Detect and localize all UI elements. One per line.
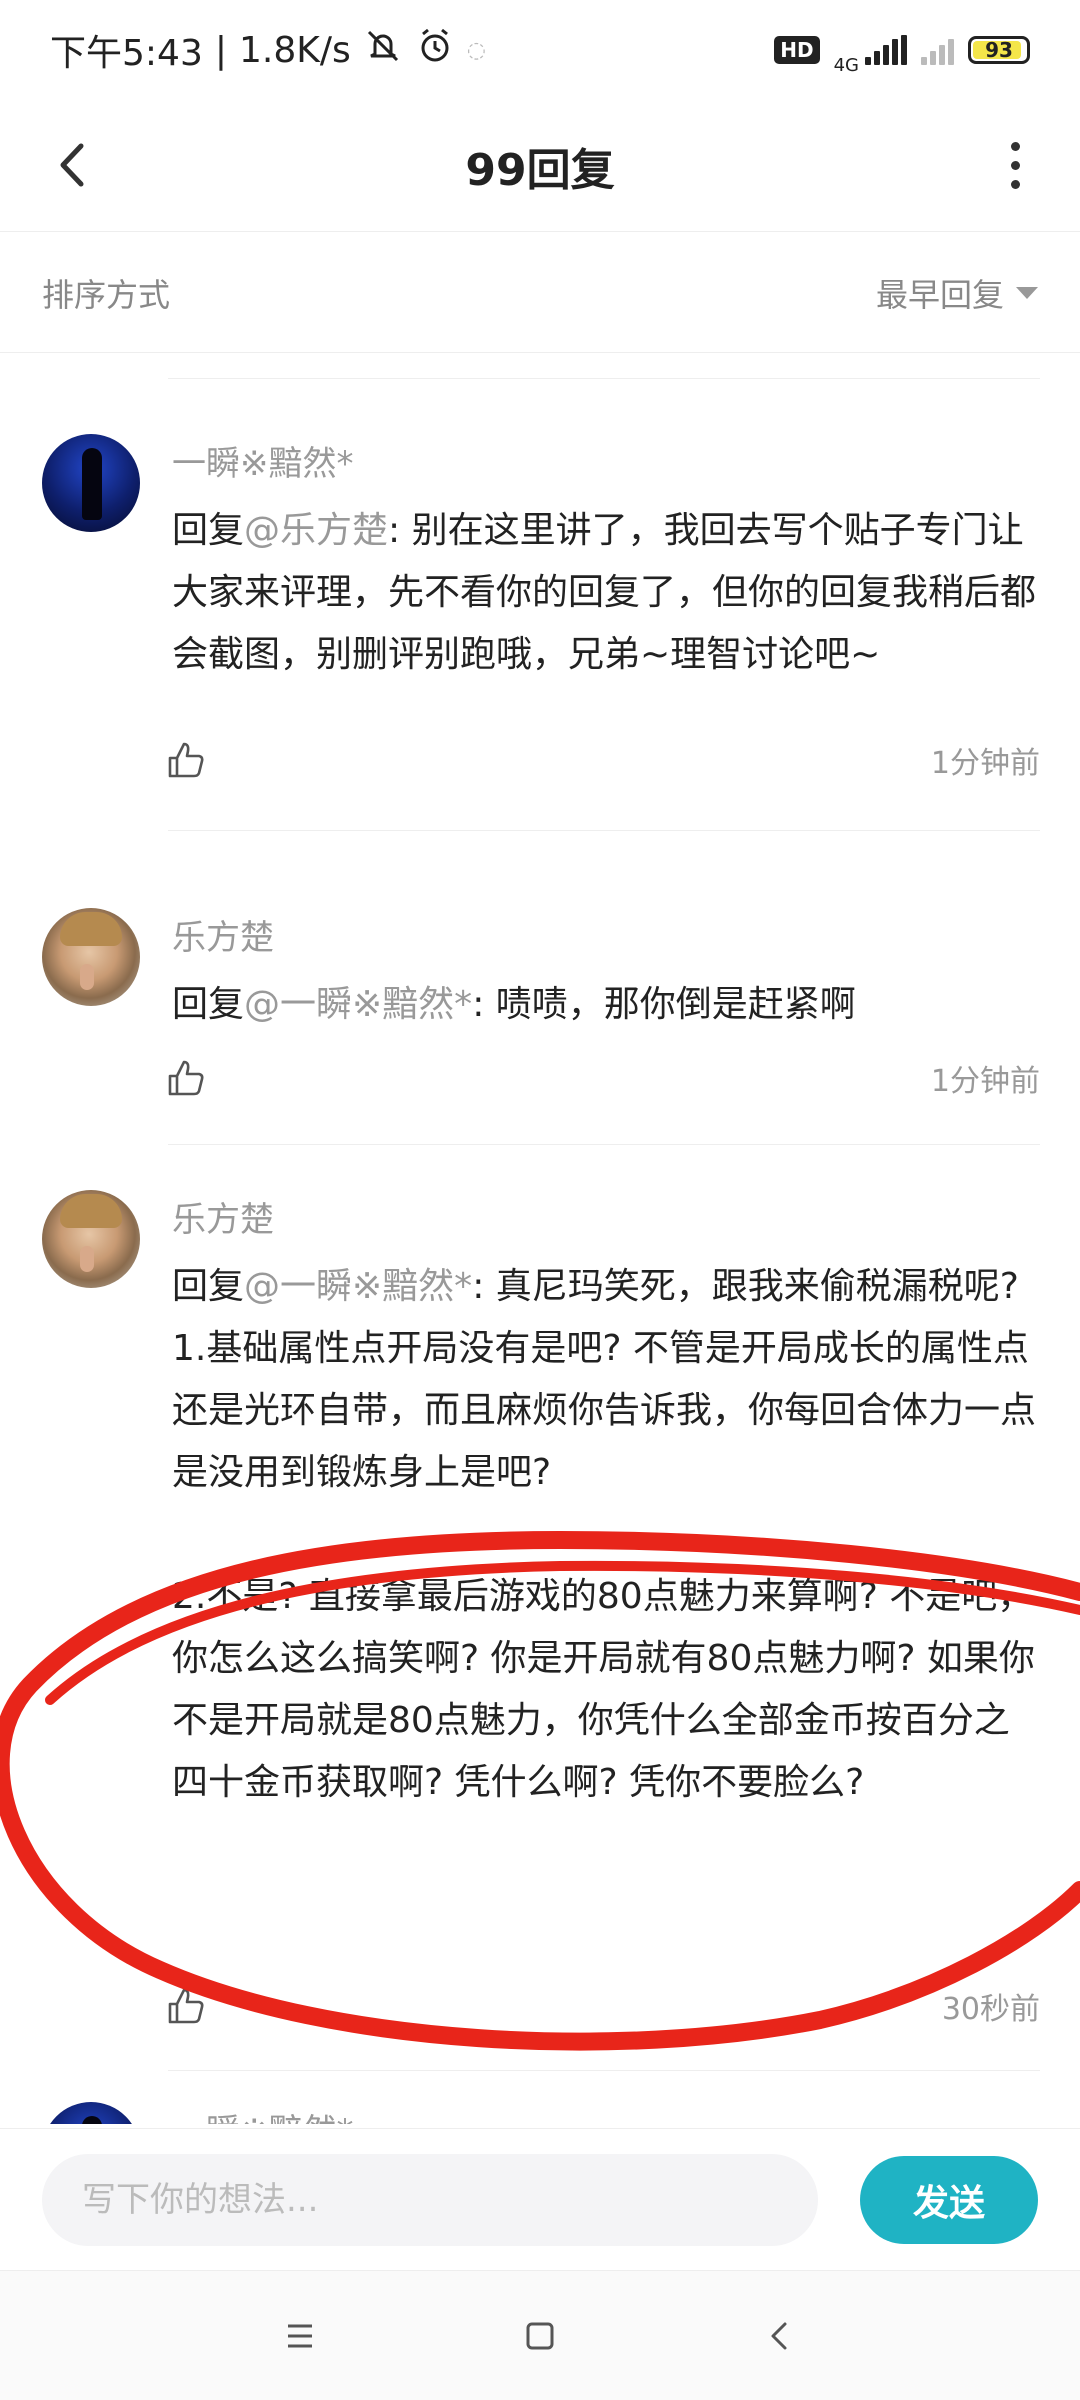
chevron-left-icon (60, 143, 84, 187)
nav-home-button[interactable] (500, 2296, 580, 2376)
square-home-icon (526, 2322, 554, 2349)
comment-time: 30秒前 (941, 1992, 1040, 2027)
reply-prefix: 回复 (172, 984, 245, 1025)
page-title: 99回复 (465, 144, 615, 196)
mention-link[interactable]: @乐方楚 (244, 510, 388, 551)
back-triangle-icon (771, 2322, 787, 2349)
avatar[interactable] (42, 2102, 140, 2124)
comment-content: : 啧啧，那你倒是赶紧啊 (472, 984, 856, 1025)
signal-icon (865, 35, 907, 65)
status-time: 下午5:43 (50, 33, 203, 74)
status-left: 下午5:43 | 1.8K/s ◌ (50, 24, 486, 76)
network-type: 4G (833, 54, 859, 76)
alarm-icon (415, 26, 455, 75)
comment-list[interactable]: 一瞬※黯然* 回复@乐方楚: 别在这里讲了，我回去写个贴子专门让大家来评理，先不… (0, 354, 1080, 2124)
more-button[interactable] (980, 130, 1050, 200)
divider (168, 378, 1040, 379)
comment-text: 回复@一瞬※黯然*: 啧啧，那你倒是赶紧啊 (172, 974, 1040, 1036)
system-nav-bar (0, 2270, 1080, 2400)
nav-back-button[interactable] (740, 2296, 820, 2376)
comment-author[interactable]: 一瞬※黯然* (172, 2102, 1040, 2124)
more-vertical-icon (1010, 141, 1020, 151)
comment-author[interactable]: 乐方楚 (172, 1190, 1040, 1250)
mention-link[interactable]: @一瞬※黯然* (244, 984, 472, 1025)
like-button[interactable] (164, 738, 208, 782)
status-speed: 1.8K/s (238, 29, 351, 71)
divider (168, 1144, 1040, 1145)
thumbs-up-icon (168, 742, 204, 778)
comment-author[interactable]: 一瞬※黯然* (172, 434, 1040, 494)
battery-level: 93 (985, 38, 1013, 62)
comment-text: 回复@一瞬※黯然*: 真尼玛笑死，跟我来偷税漏税呢? 1.基础属性点开局没有是吧… (172, 1256, 1040, 1814)
like-button[interactable] (164, 1984, 208, 2028)
mute-icon (363, 26, 403, 75)
avatar[interactable] (42, 1190, 140, 1288)
status-separator: | (214, 29, 227, 71)
thumbs-up-icon (168, 1988, 204, 2024)
input-bar: 发送 (0, 2128, 1080, 2270)
status-right: HD 4G 93 (774, 25, 1030, 76)
like-button[interactable] (164, 1056, 208, 1100)
comment-time: 1分钟前 (930, 746, 1040, 781)
battery-icon: 93 (968, 36, 1030, 64)
comment-time: 1分钟前 (930, 1064, 1040, 1099)
header: 99回复 (0, 100, 1080, 232)
status-bar: 下午5:43 | 1.8K/s ◌ HD 4G 93 (0, 0, 1080, 100)
signal-secondary-icon (921, 35, 954, 65)
menu-icon (288, 2324, 312, 2347)
sort-dropdown[interactable]: 最早回复 (876, 270, 1038, 316)
sort-bar: 排序方式 最早回复 (0, 233, 1080, 353)
back-button[interactable] (38, 130, 108, 200)
send-button[interactable]: 发送 (860, 2155, 1038, 2244)
divider (168, 2070, 1040, 2071)
sort-label: 排序方式 (42, 275, 171, 314)
notification-dot-icon: ◌ (466, 37, 486, 63)
comment-footer: 30秒前 (164, 1976, 1040, 2036)
comment-footer: 1分钟前 (164, 1048, 1040, 1108)
avatar[interactable] (42, 908, 140, 1006)
divider (168, 830, 1040, 831)
comment-footer: 1分钟前 (164, 730, 1040, 790)
comment-input[interactable] (42, 2153, 818, 2246)
reply-prefix: 回复 (172, 510, 245, 551)
avatar[interactable] (42, 434, 140, 532)
sort-value: 最早回复 (875, 275, 1004, 314)
thumbs-up-icon (168, 1060, 204, 1096)
mention-link[interactable]: @一瞬※黯然* (244, 1266, 472, 1307)
nav-menu-button[interactable] (260, 2296, 340, 2376)
comment-author[interactable]: 乐方楚 (172, 908, 1040, 968)
comment-text: 回复@乐方楚: 别在这里讲了，我回去写个贴子专门让大家来评理，先不看你的回复了，… (172, 500, 1040, 686)
comment-content: : 真尼玛笑死，跟我来偷税漏税呢? 1.基础属性点开局没有是吧? 不管是开局成长… (172, 1266, 1037, 1803)
hd-badge: HD (774, 36, 820, 64)
dropdown-triangle-icon (1016, 286, 1038, 299)
reply-prefix: 回复 (172, 1266, 245, 1307)
